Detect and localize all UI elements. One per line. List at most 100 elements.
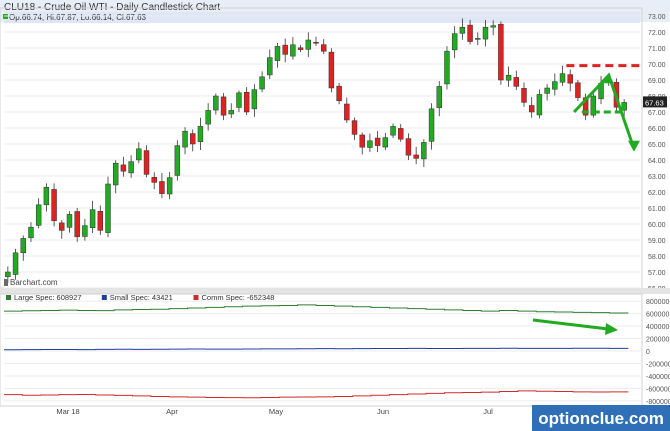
candle-body: [521, 88, 527, 103]
candle-body: [136, 148, 142, 161]
candle-body: [467, 24, 473, 42]
candle: [220, 93, 227, 121]
candle: [328, 48, 335, 93]
candle-body: [290, 44, 296, 57]
candle-body: [174, 145, 181, 176]
candle-body: [74, 211, 80, 238]
candle: [213, 93, 219, 115]
candle: [320, 39, 327, 55]
candle-body: [143, 150, 150, 175]
price-tick-label: 65.00: [648, 142, 666, 149]
candle-body: [166, 177, 173, 195]
cot-tick-label: 800000: [646, 299, 669, 306]
candle: [467, 19, 473, 45]
candle-body: [12, 252, 19, 275]
price-tick-label: 57.00: [648, 270, 666, 277]
candle-body: [213, 95, 219, 111]
candle-body: [66, 214, 73, 228]
candle: [97, 205, 104, 235]
candle-body: [220, 96, 227, 116]
cot-annotations: [532, 318, 618, 335]
candle: [151, 172, 157, 190]
candle-body: [82, 225, 88, 237]
candle-body: [374, 137, 381, 146]
cot-tick-label: 600000: [646, 312, 669, 319]
candle-body: [89, 209, 96, 228]
candle: [20, 235, 26, 261]
cot-tick-label: 400000: [646, 324, 669, 331]
candle: [444, 46, 450, 90]
candle-body: [575, 82, 581, 98]
candle-body: [190, 133, 196, 145]
x-tick-label: Apr: [166, 407, 178, 416]
candle: [359, 132, 365, 155]
candle: [89, 200, 96, 233]
candle: [259, 71, 265, 93]
price-tick-label: 62.00: [648, 190, 666, 197]
candle: [451, 26, 458, 59]
legend-entry: Comm Spec: -652348: [202, 293, 275, 302]
price-tick-label: 60.00: [648, 222, 666, 229]
candle: [174, 140, 181, 181]
candle: [74, 207, 80, 242]
candle: [59, 220, 65, 239]
candle: [297, 44, 304, 53]
candle: [159, 172, 165, 199]
candle: [128, 155, 134, 178]
candle: [528, 96, 535, 118]
candle: [421, 139, 427, 168]
candle: [405, 133, 412, 161]
legend-entry: Large Spec: 608927: [14, 293, 82, 302]
candle-body: [51, 189, 57, 222]
candle-body: [197, 126, 204, 142]
candle-body: [313, 42, 319, 44]
candle-body: [421, 142, 427, 160]
legend-entry: Small Spec: 43421: [110, 293, 173, 302]
watermark: Barchart.com: [10, 278, 58, 287]
candle-body: [552, 81, 558, 90]
candle: [112, 160, 119, 194]
candle: [428, 103, 435, 150]
candle: [552, 73, 558, 96]
candle-body: [475, 38, 481, 40]
candle-body: [5, 271, 11, 278]
candle-body: [297, 47, 304, 50]
candle: [544, 84, 550, 101]
ohlc-readout: Op:66.74, Hi:67.87, Lo:66.14, Cl:67.63: [9, 13, 147, 22]
candle-body: [351, 120, 358, 135]
legend-swatch: [193, 295, 199, 300]
candle-body: [528, 105, 535, 113]
candle: [305, 32, 312, 58]
cot-tick-label: -800000: [646, 399, 670, 406]
candle-body: [105, 183, 111, 233]
candle: [513, 70, 520, 90]
candle: [267, 49, 273, 80]
candle: [182, 127, 188, 155]
candle: [367, 133, 373, 153]
candle-body: [112, 162, 119, 186]
candle-body: [359, 134, 365, 148]
x-axis: Mar 18AprMayJunJulAug: [56, 407, 598, 416]
brand-label: optionclue.com: [538, 409, 664, 428]
candle: [35, 198, 42, 229]
candlestick-series: [5, 18, 627, 283]
candle: [290, 37, 296, 60]
price-tick-label: 61.00: [648, 206, 666, 213]
candle: [282, 38, 288, 63]
x-tick-label: Mar 18: [56, 407, 79, 416]
candle-body: [413, 154, 419, 159]
price-tick-label: 59.00: [648, 238, 666, 245]
candle-body: [621, 102, 627, 111]
cot-tick-label: 0: [646, 349, 650, 356]
candle: [197, 117, 204, 151]
candle-body: [505, 74, 512, 81]
candle: [43, 183, 50, 212]
cot-tick-label: 200000: [646, 337, 669, 344]
candle-body: [20, 238, 26, 254]
chart-canvas: CLU18 - Crude Oil WTI - Daily Candlestic…: [0, 0, 670, 431]
price-y-axis: 56.0057.0058.0059.0060.0061.0062.0063.00…: [643, 14, 667, 293]
candle: [66, 211, 73, 233]
candle: [475, 32, 481, 46]
candle-body: [59, 222, 65, 231]
candle-body: [274, 46, 281, 61]
